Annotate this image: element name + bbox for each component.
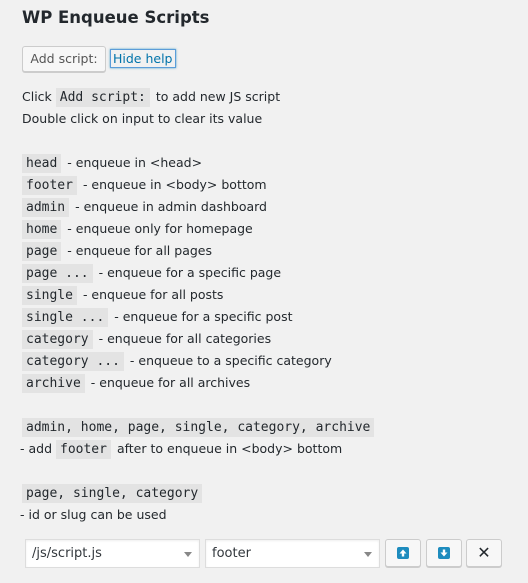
help-entry-code: archive [22,374,85,393]
footer-note-text: - add footer after to enqueue in <body> … [20,438,342,460]
help-intro-line: Double click on input to clear its value [22,108,262,130]
help-entry-desc: - enqueue in <body> bottom [78,177,267,192]
help-entry-code: category [22,330,93,349]
help-entry-code: page [22,242,62,261]
help-entry: head - enqueue in <head> [22,152,202,174]
help-entry-code: page ... [22,264,93,283]
help-entry: single ... - enqueue for a specific post [22,306,292,328]
help-entry-desc: - enqueue only for homepage [63,221,253,236]
help-entry: page - enqueue for all pages [22,240,212,262]
move-up-button[interactable] [385,539,421,567]
help-intro-line: Click Add script: to add new JS script [22,86,280,108]
chevron-down-icon [184,552,192,557]
help-entry-desc: - enqueue for all archives [86,375,251,390]
script-path-value: /js/script.js [32,546,102,561]
help-entry: single - enqueue for all posts [22,284,223,306]
help-entry-desc: - enqueue for a specific post [110,309,293,324]
help-entry: footer - enqueue in <body> bottom [22,174,267,196]
help-entry-desc: - enqueue for all pages [63,243,212,258]
help-entry-desc: - enqueue for a specific page [94,265,282,280]
help-entry-desc: - enqueue to a specific category [125,353,332,368]
move-down-button[interactable] [426,539,462,567]
help-intro-code: Add script: [55,88,150,107]
footer-note-code: admin, home, page, single, category, arc… [22,418,375,437]
help-entry-code: footer [22,176,77,195]
help-entry-desc: - enqueue for all categories [94,331,272,346]
page-title: WP Enqueue Scripts [22,8,210,27]
script-location-value: footer [212,546,251,561]
help-entry: page ... - enqueue for a specific page [22,262,281,284]
help-entry-code: admin [22,198,70,217]
footer-note-codes: admin, home, page, single, category, arc… [22,416,376,438]
help-intro-text: Click [22,89,56,104]
id-note-codes: page, single, category [22,482,204,504]
arrow-up-icon [397,547,409,559]
remove-script-button[interactable]: ✕ [466,539,502,567]
help-entry-code: home [22,220,62,239]
help-entry: admin - enqueue in admin dashboard [22,196,267,218]
arrow-down-icon [438,547,450,559]
id-note-text: - id or slug can be used [20,507,167,522]
help-entry: category ... - enqueue to a specific cat… [22,350,332,372]
help-entry-code: single ... [22,308,109,327]
help-intro-text: Double click on input to clear its value [22,111,263,126]
help-entry-code: head [22,154,62,173]
chevron-down-icon [364,552,372,557]
help-entry: archive - enqueue for all archives [22,372,250,394]
footer-note-code: footer [56,440,111,459]
help-entry-desc: - enqueue in admin dashboard [71,199,267,214]
help-entry: home - enqueue only for homepage [22,218,253,240]
footer-note-suffix: after to enqueue in <body> bottom [112,441,343,456]
help-entry-desc: - enqueue for all posts [78,287,224,302]
hide-help-link[interactable]: Hide help [110,49,176,68]
footer-note-prefix: - add [20,441,56,456]
script-location-select[interactable]: footer [205,539,380,568]
id-note-code: page, single, category [22,484,203,503]
script-path-select[interactable]: /js/script.js [25,539,200,568]
help-entry-code: single [22,286,77,305]
add-script-button[interactable]: Add script: [22,46,106,72]
help-intro-text: to add new JS script [151,89,281,104]
help-entry-desc: - enqueue in <head> [63,155,203,170]
close-icon: ✕ [477,543,491,562]
help-entry: category - enqueue for all categories [22,328,271,350]
help-entry-code: category ... [22,352,124,371]
